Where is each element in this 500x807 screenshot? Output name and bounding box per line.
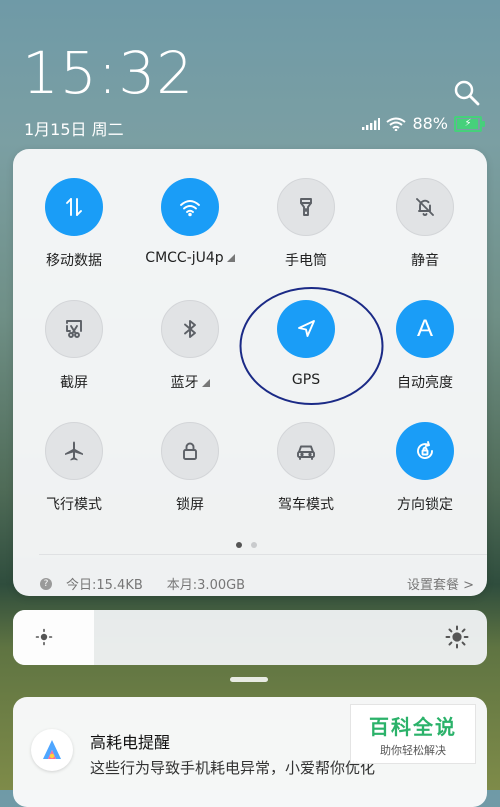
- location-arrow-icon: [294, 317, 318, 341]
- tile-label-text: 飞行模式: [46, 497, 102, 513]
- tile-label: 锁屏: [132, 494, 248, 514]
- wifi-icon: [386, 117, 407, 131]
- help-icon[interactable]: ?: [40, 577, 52, 590]
- lock-icon: [178, 439, 202, 463]
- tile-label-text: CMCC-jU4p: [145, 250, 224, 266]
- tile-label: 截屏: [16, 372, 132, 392]
- notification-title: 高耗电提醒: [90, 733, 171, 752]
- tile-label-text: 移动数据: [46, 253, 102, 269]
- tile-lock[interactable]: 锁屏: [132, 422, 248, 514]
- tile-auto-brightness[interactable]: A 自动亮度: [367, 300, 483, 392]
- data-usage-row: ? 今日:15.4KB 本月:3.00GB 设置套餐 >: [40, 574, 474, 593]
- more-options-icon[interactable]: [201, 379, 210, 387]
- watermark-title: 百科全说: [369, 715, 457, 739]
- tile-label-text: 驾车模式: [278, 497, 334, 513]
- wifi-icon: [178, 195, 202, 219]
- airplane-icon: [62, 439, 86, 463]
- data-arrows-icon: [62, 195, 86, 219]
- page-dot-2[interactable]: [251, 542, 257, 548]
- drag-handle[interactable]: [230, 677, 268, 682]
- tile-label: 自动亮度: [367, 372, 483, 392]
- page-indicator: [236, 542, 257, 548]
- tile-label: 手电筒: [248, 250, 364, 270]
- tile-toggle-button[interactable]: [161, 300, 219, 358]
- tile-screenshot[interactable]: 截屏: [16, 300, 132, 392]
- tile-toggle-button[interactable]: [45, 178, 103, 236]
- xiaoai-app-icon: [31, 729, 73, 771]
- divider: [39, 554, 487, 555]
- watermark-subtitle: 助你轻松解决: [380, 744, 446, 757]
- search-icon[interactable]: [454, 80, 480, 106]
- tile-label: 驾车模式: [248, 494, 364, 514]
- tile-label-text: 方向锁定: [397, 497, 453, 513]
- battery-charging-icon: ⚡: [454, 115, 485, 132]
- usage-today: 今日:15.4KB: [66, 578, 143, 593]
- system-icons: 88% ⚡: [362, 114, 485, 133]
- more-options-icon[interactable]: [226, 254, 235, 262]
- signal-icon: [362, 117, 381, 130]
- tile-rotation-lock[interactable]: 方向锁定: [367, 422, 483, 514]
- tile-bell-off[interactable]: 静音: [367, 178, 483, 270]
- clock-time: 15:32: [22, 39, 195, 107]
- tile-bluetooth[interactable]: 蓝牙: [132, 300, 248, 392]
- tile-toggle-button[interactable]: [161, 178, 219, 236]
- bell-off-icon: [413, 195, 437, 219]
- brightness-high-icon: [445, 625, 469, 649]
- tile-label: 移动数据: [16, 250, 132, 270]
- tile-car[interactable]: 驾车模式: [248, 422, 364, 514]
- rotation-lock-icon: [413, 439, 437, 463]
- tile-label: 蓝牙: [132, 372, 248, 392]
- watermark-logo: 百科全说 助你轻松解决: [350, 704, 476, 764]
- tile-toggle-button[interactable]: A: [396, 300, 454, 358]
- tile-label-text: 锁屏: [176, 497, 204, 513]
- tile-toggle-button[interactable]: [45, 300, 103, 358]
- tile-toggle-button[interactable]: [161, 422, 219, 480]
- tile-flashlight[interactable]: 手电筒: [248, 178, 364, 270]
- tile-label-text: 静音: [411, 253, 439, 269]
- tile-toggle-button[interactable]: [277, 178, 335, 236]
- tile-airplane[interactable]: 飞行模式: [16, 422, 132, 514]
- tile-data-arrows[interactable]: 移动数据: [16, 178, 132, 270]
- tile-toggle-button[interactable]: [277, 422, 335, 480]
- flashlight-icon: [294, 195, 318, 219]
- notification-body: 这些行为导致手机耗电异常，小爱帮你优化: [90, 759, 376, 777]
- auto-brightness-icon: A: [416, 315, 433, 342]
- quick-settings-panel: 移动数据 CMCC-jU4p 手电筒 静音截屏 蓝牙 GPS A 自动亮度飞行模式 锁屏 驾车模式…: [13, 149, 487, 596]
- status-bar: 15:32 1月15日 周二 88% ⚡: [0, 0, 500, 150]
- brightness-fill[interactable]: [13, 610, 94, 665]
- tile-label-text: 手电筒: [285, 253, 327, 269]
- battery-percent: 88%: [412, 114, 448, 133]
- tile-toggle-button[interactable]: [277, 300, 335, 358]
- brightness-low-icon: [35, 628, 53, 646]
- brightness-slider[interactable]: [13, 610, 487, 665]
- tile-label-text: 自动亮度: [397, 375, 453, 391]
- screenshot-icon: [62, 317, 86, 341]
- tile-location-arrow[interactable]: GPS: [248, 300, 364, 388]
- tile-toggle-button[interactable]: [45, 422, 103, 480]
- bluetooth-icon: [178, 317, 202, 341]
- page-dot-1[interactable]: [236, 542, 242, 548]
- tile-label: 方向锁定: [367, 494, 483, 514]
- tile-label-text: 蓝牙: [170, 375, 199, 391]
- usage-month: 本月:3.00GB: [166, 578, 246, 593]
- tile-label: 静音: [367, 250, 483, 270]
- tile-label-text: 截屏: [60, 375, 88, 391]
- tile-label: GPS: [248, 372, 364, 388]
- tile-wifi[interactable]: CMCC-jU4p: [132, 178, 248, 266]
- tile-label: CMCC-jU4p: [132, 250, 248, 266]
- tile-label: 飞行模式: [16, 494, 132, 514]
- tile-toggle-button[interactable]: [396, 178, 454, 236]
- set-plan-link[interactable]: 设置套餐 >: [407, 574, 474, 593]
- car-icon: [294, 439, 318, 463]
- date-label: 1月15日 周二: [24, 120, 124, 139]
- tile-label-text: GPS: [291, 372, 321, 388]
- tile-toggle-button[interactable]: [396, 422, 454, 480]
